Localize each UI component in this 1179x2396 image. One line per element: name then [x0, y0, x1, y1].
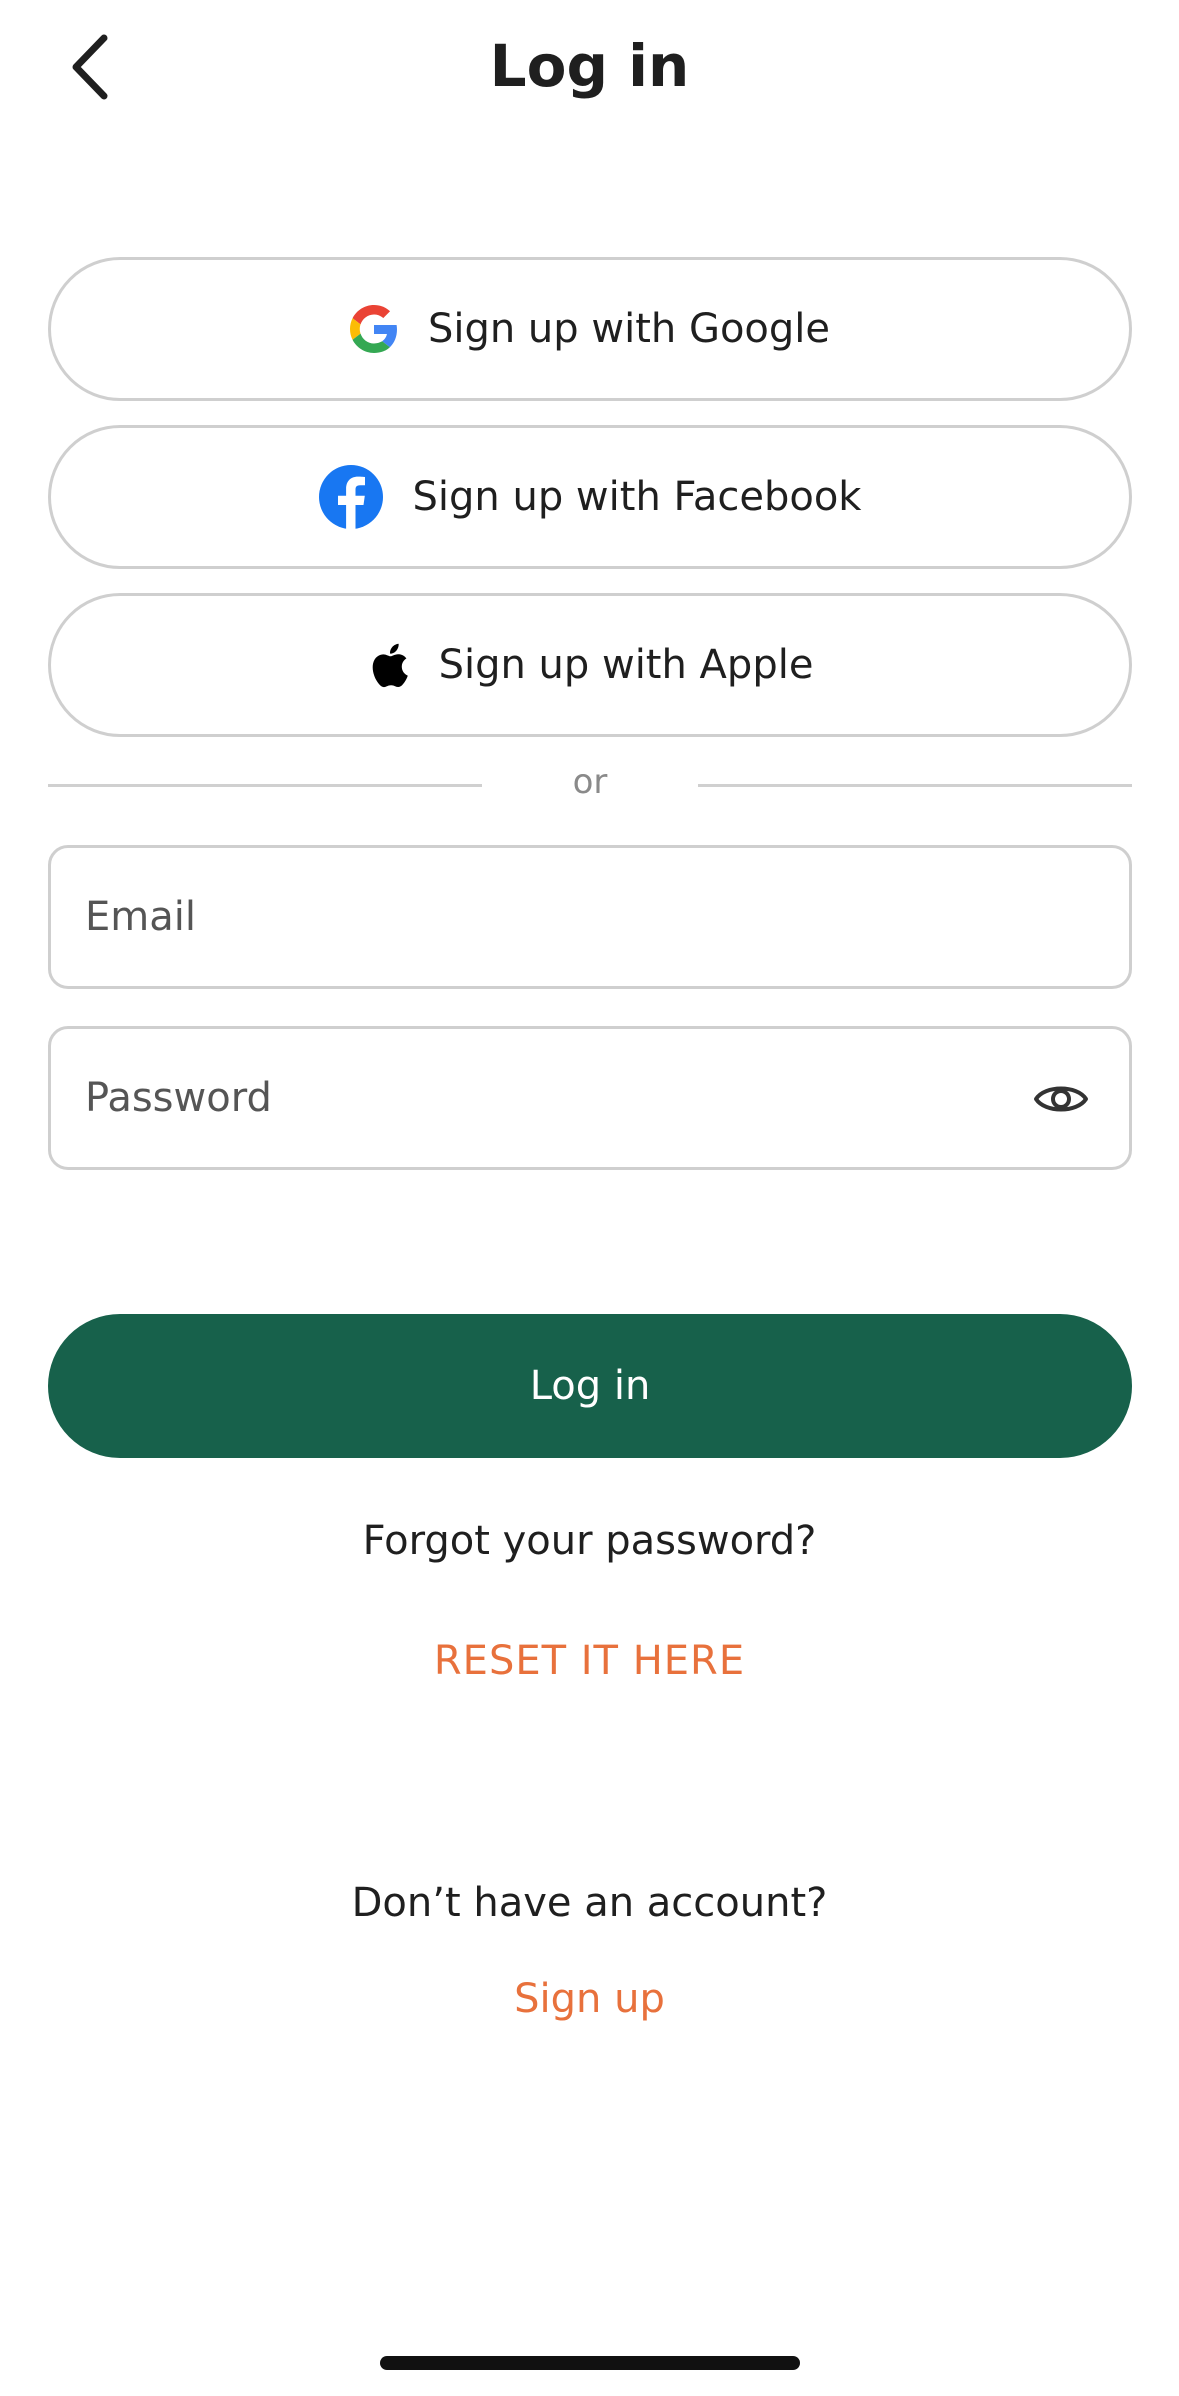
google-signup-button[interactable]: Sign up with Google	[48, 257, 1132, 401]
facebook-signup-button[interactable]: Sign up with Facebook	[48, 425, 1132, 569]
page-title: Log in	[489, 32, 690, 100]
apple-icon	[367, 640, 409, 690]
email-field[interactable]	[48, 845, 1132, 989]
signup-link[interactable]: Sign up	[0, 1976, 1179, 2022]
apple-signup-button[interactable]: Sign up with Apple	[48, 593, 1132, 737]
login-screen: Log in Sign up with Google Sign up with …	[0, 0, 1179, 2396]
forgot-password-text: Forgot your password?	[362, 1518, 817, 1564]
password-field[interactable]	[48, 1026, 1132, 1170]
or-divider: or	[48, 762, 1132, 802]
login-button[interactable]: Log in	[48, 1314, 1132, 1458]
email-input[interactable]	[85, 848, 985, 986]
apple-signup-label: Sign up with Apple	[438, 642, 814, 688]
facebook-icon	[318, 465, 383, 529]
home-indicator[interactable]	[380, 2356, 800, 2370]
password-input[interactable]	[85, 1029, 985, 1167]
show-password-toggle[interactable]	[1031, 1071, 1091, 1127]
reset-password-link[interactable]: RESET IT HERE	[0, 1638, 1179, 1684]
divider-line-right	[698, 784, 1132, 787]
google-signup-label: Sign up with Google	[427, 306, 831, 352]
google-icon	[349, 305, 398, 353]
divider-text: or	[572, 762, 608, 802]
eye-icon	[1034, 1086, 1088, 1112]
facebook-signup-label: Sign up with Facebook	[412, 474, 862, 520]
no-account-text: Don’t have an account?	[351, 1880, 828, 1926]
